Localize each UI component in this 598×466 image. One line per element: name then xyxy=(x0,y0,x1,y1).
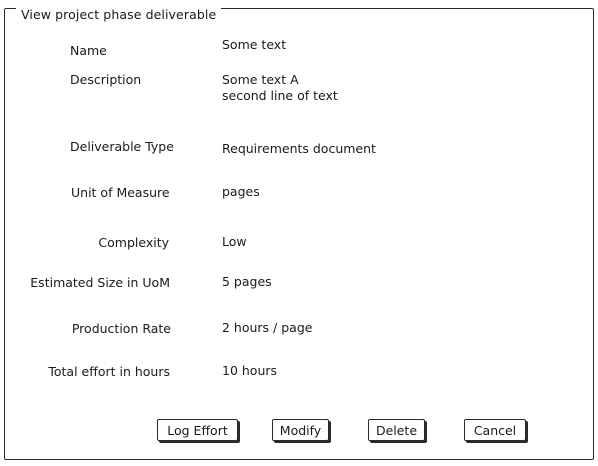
description-value: Some text A second line of text xyxy=(222,72,338,104)
delete-button[interactable]: Delete xyxy=(368,419,425,441)
production-rate-value: 2 hours / page xyxy=(222,320,313,335)
deliverable-type-label: Deliverable Type xyxy=(70,139,174,154)
description-label: Description xyxy=(70,72,142,87)
name-value: Some text xyxy=(222,37,287,52)
total-effort-label: Total effort in hours xyxy=(48,364,170,379)
production-rate-label: Production Rate xyxy=(71,321,171,336)
modify-button[interactable]: Modify xyxy=(272,419,329,441)
estimated-size-value: 5 pages xyxy=(222,274,272,289)
complexity-value: Low xyxy=(222,234,247,249)
dialog-title: View project phase deliverable xyxy=(16,8,222,22)
description-line-2: second line of text xyxy=(222,88,338,103)
log-effort-button[interactable]: Log Effort xyxy=(157,419,238,441)
cancel-button[interactable]: Cancel xyxy=(464,419,526,441)
description-line-1: Some text A xyxy=(222,72,299,87)
estimated-size-label: Estimated Size in UoM xyxy=(30,275,170,290)
unit-of-measure-value: pages xyxy=(222,184,260,199)
total-effort-value: 10 hours xyxy=(222,363,278,378)
name-label: Name xyxy=(70,43,107,58)
complexity-label: Complexity xyxy=(98,235,169,250)
deliverable-type-value: Requirements document xyxy=(222,141,376,156)
unit-of-measure-label: Unit of Measure xyxy=(71,185,170,200)
